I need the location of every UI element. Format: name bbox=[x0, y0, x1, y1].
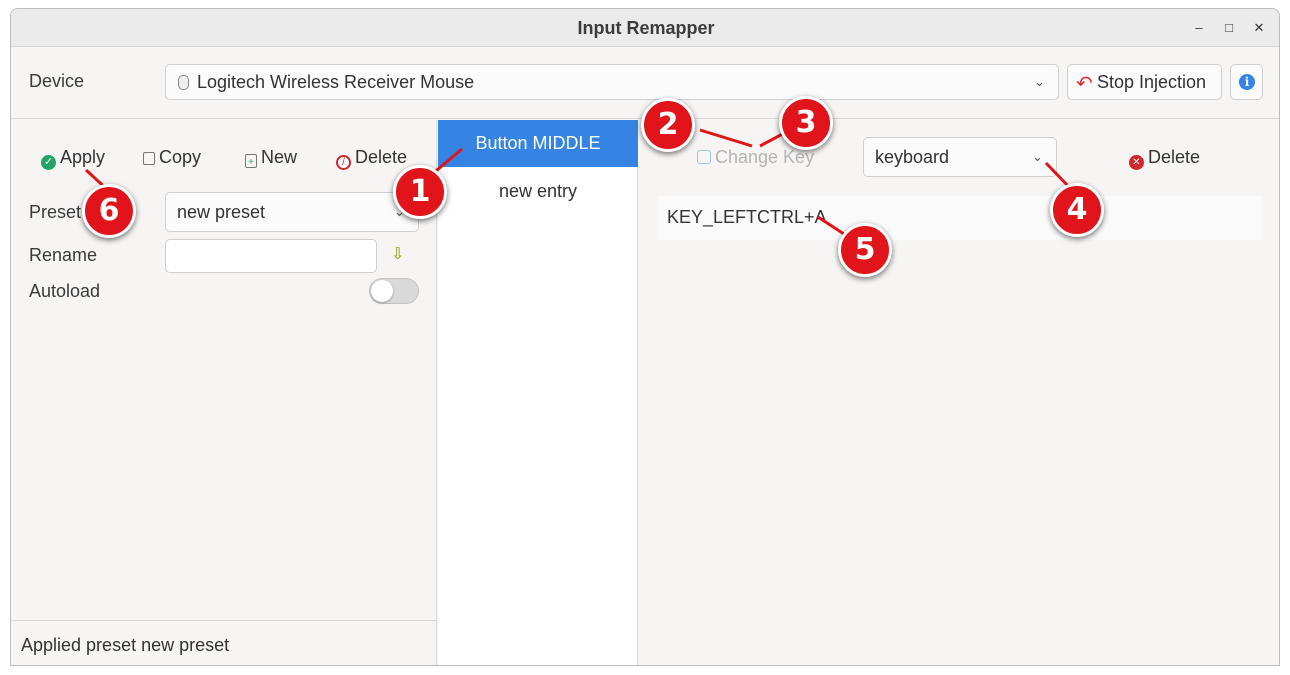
delete-preset-button[interactable]: / Delete bbox=[336, 147, 407, 171]
callout-4: 4 bbox=[1050, 183, 1104, 237]
change-key-label: Change Key bbox=[715, 147, 815, 167]
app-window: Input Remapper – □ ✕ Device Logitech Wir… bbox=[10, 8, 1280, 666]
record-key-icon bbox=[697, 150, 711, 164]
preset-pane: ✓ Apply Copy + New / Delete Preset new pres… bbox=[11, 120, 437, 665]
delete-preset-label: Delete bbox=[355, 147, 408, 167]
mouse-icon bbox=[178, 75, 189, 90]
preset-select-value: new preset bbox=[177, 202, 266, 222]
device-select[interactable]: Logitech Wireless Receiver Mouse ⌄ bbox=[165, 64, 1059, 100]
callout-6: 6 bbox=[82, 184, 136, 238]
apply-button[interactable]: ✓ Apply bbox=[41, 147, 105, 171]
device-label: Device bbox=[29, 71, 85, 91]
device-select-value: Logitech Wireless Receiver Mouse bbox=[197, 72, 475, 92]
close-circle-icon: ✕ bbox=[1129, 155, 1144, 170]
check-icon: ✓ bbox=[41, 155, 56, 170]
stop-injection-label: Stop Injection bbox=[1097, 72, 1207, 92]
minimize-button[interactable]: – bbox=[1189, 18, 1209, 38]
callout-5: 5 bbox=[838, 223, 892, 277]
copy-label: Copy bbox=[159, 147, 202, 167]
preset-label: Preset bbox=[29, 202, 82, 222]
apply-label: Apply bbox=[60, 147, 106, 167]
toggle-knob bbox=[371, 280, 393, 302]
info-button[interactable]: i bbox=[1230, 64, 1263, 100]
chevron-down-icon: ⌄ bbox=[1034, 74, 1045, 89]
window-title: Input Remapper bbox=[577, 18, 715, 38]
close-button[interactable]: ✕ bbox=[1249, 18, 1269, 38]
new-button[interactable]: + New bbox=[245, 147, 297, 171]
new-file-icon: + bbox=[245, 154, 257, 168]
new-label: New bbox=[261, 147, 298, 167]
target-type-value: keyboard bbox=[875, 147, 950, 167]
delete-icon: / bbox=[336, 155, 351, 170]
rename-label: Rename bbox=[29, 245, 98, 265]
info-icon: i bbox=[1239, 74, 1255, 90]
status-bar: Applied preset new preset bbox=[11, 620, 437, 665]
stop-icon: ↶ bbox=[1076, 73, 1093, 95]
mapping-list: Button MIDDLE new entry bbox=[438, 120, 638, 665]
rename-input[interactable] bbox=[165, 239, 377, 273]
callout-1: 1 bbox=[393, 165, 447, 219]
output-editor[interactable]: KEY_LEFTCTRL+A bbox=[657, 196, 1263, 240]
maximize-button[interactable]: □ bbox=[1219, 18, 1239, 38]
delete-mapping-label: Delete bbox=[1148, 147, 1201, 167]
callout-2: 2 bbox=[641, 98, 695, 152]
autoload-toggle[interactable] bbox=[369, 278, 419, 304]
save-rename-icon[interactable]: ⇩ bbox=[391, 244, 404, 264]
copy-icon bbox=[143, 152, 155, 165]
copy-button[interactable]: Copy bbox=[143, 147, 201, 171]
mapping-item-new-entry[interactable]: new entry bbox=[438, 168, 638, 215]
chevron-down-icon: ⌄ bbox=[1032, 149, 1043, 164]
delete-mapping-button[interactable]: ✕ Delete bbox=[1129, 147, 1200, 170]
mapping-item-button-middle[interactable]: Button MIDDLE bbox=[438, 120, 638, 167]
stop-injection-button[interactable]: ↶ Stop Injection bbox=[1067, 64, 1222, 100]
mapping-editor-pane: Change Key keyboard ⌄ ✕ Delete KEY_LEFTCT… bbox=[639, 120, 1279, 665]
status-text: Applied preset new preset bbox=[21, 635, 230, 655]
preset-select[interactable]: new preset ⌄ bbox=[165, 192, 419, 232]
autoload-label: Autoload bbox=[29, 281, 101, 301]
title-bar: Input Remapper – □ ✕ bbox=[11, 9, 1279, 47]
callout-3: 3 bbox=[779, 96, 833, 150]
output-text: KEY_LEFTCTRL+A bbox=[667, 207, 827, 227]
target-type-select[interactable]: keyboard ⌄ bbox=[863, 137, 1057, 177]
change-key-button[interactable]: Change Key bbox=[697, 147, 814, 168]
